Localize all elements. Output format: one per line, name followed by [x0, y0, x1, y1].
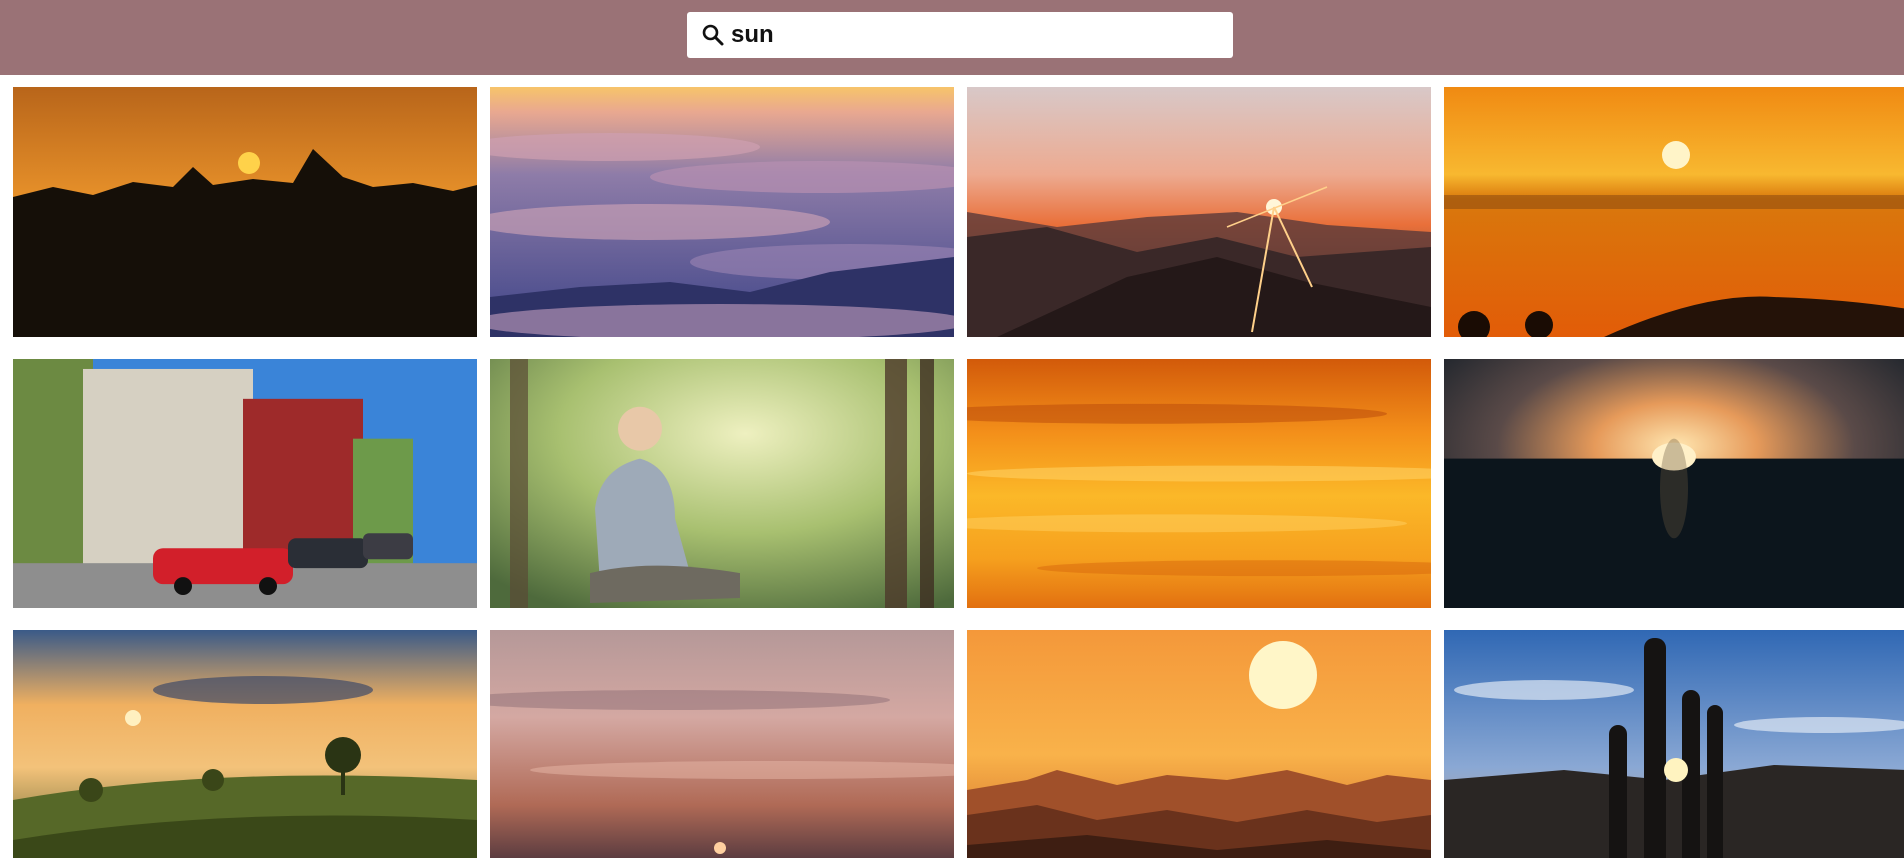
image-result-pastel-cloud-sunset[interactable]	[490, 630, 954, 858]
image-result-cactus-sunburst[interactable]	[1444, 630, 1904, 858]
search-icon	[702, 24, 724, 46]
image-results-grid	[13, 87, 1904, 858]
image-result-sea-of-clouds[interactable]	[490, 87, 954, 337]
image-orange-sky-streaks	[967, 359, 1431, 608]
image-cactus-sunburst	[1444, 630, 1904, 858]
image-result-mountains-bright-sun[interactable]	[967, 630, 1431, 858]
image-street-red-car	[13, 359, 477, 608]
image-result-boy-meditating-forest[interactable]	[490, 359, 954, 608]
search-box[interactable]	[687, 12, 1233, 58]
image-pastel-cloud-sunset	[490, 630, 954, 858]
image-result-orange-sky-streaks[interactable]	[967, 359, 1431, 608]
top-bar	[0, 0, 1904, 75]
image-result-sunset-forest-silhouette[interactable]	[13, 87, 477, 337]
image-mountains-bright-sun	[967, 630, 1431, 858]
image-result-street-red-car[interactable]	[13, 359, 477, 608]
image-boy-meditating-forest	[490, 359, 954, 608]
image-result-mountain-sunburst[interactable]	[967, 87, 1431, 337]
image-result-foggy-meadow-sunrise[interactable]	[13, 630, 477, 858]
image-orange-ocean-sun	[1444, 87, 1904, 337]
image-foggy-meadow-sunrise	[13, 630, 477, 858]
search-input[interactable]	[731, 21, 1211, 49]
image-mountain-sunburst	[967, 87, 1431, 337]
image-sunset-forest-silhouette	[13, 87, 477, 337]
image-sea-of-clouds	[490, 87, 954, 337]
image-result-orange-ocean-sun[interactable]	[1444, 87, 1904, 337]
image-dark-desert-sunrise	[1444, 359, 1904, 608]
image-result-dark-desert-sunrise[interactable]	[1444, 359, 1904, 608]
